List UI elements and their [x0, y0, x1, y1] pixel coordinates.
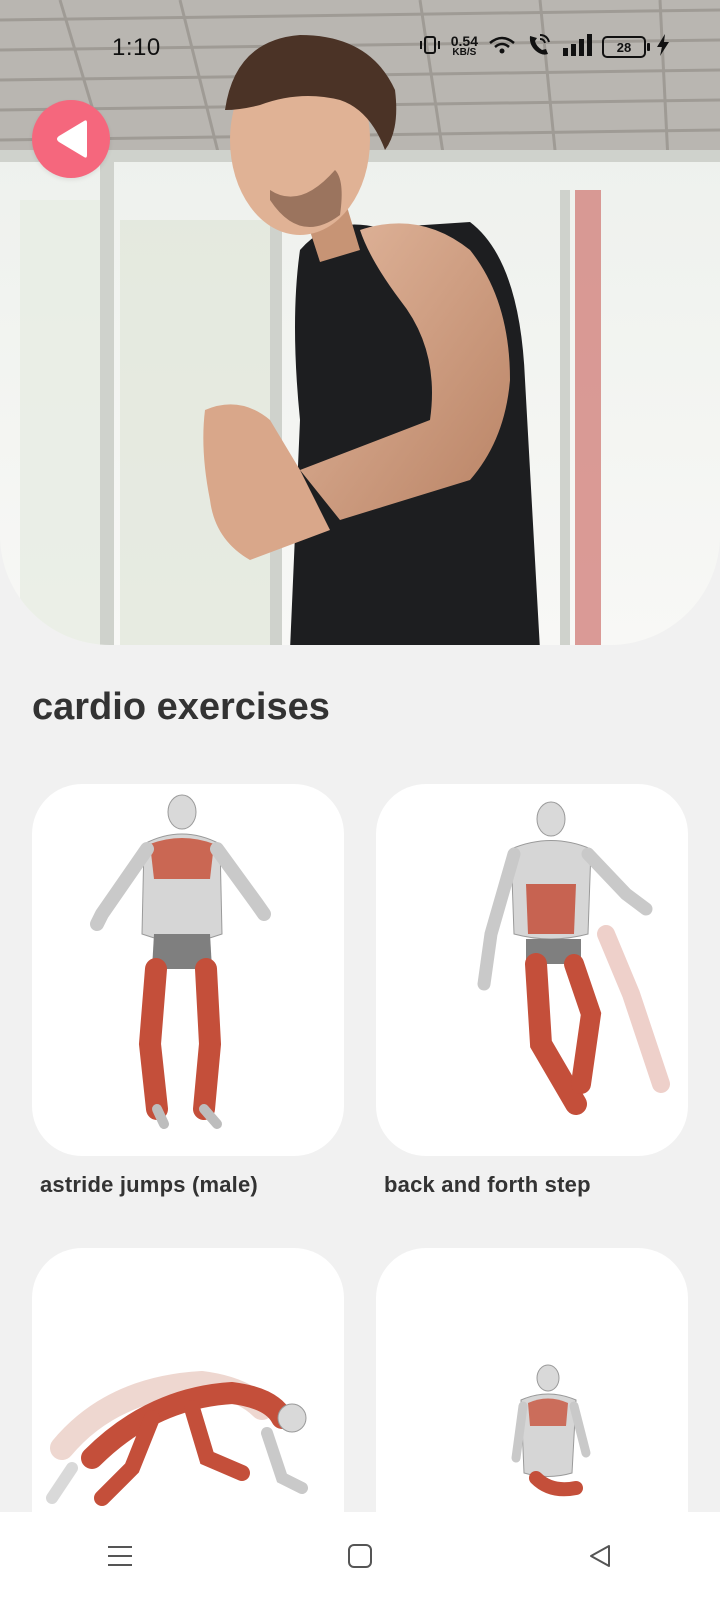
wifi-icon — [488, 35, 516, 60]
home-icon — [348, 1544, 372, 1568]
status-time: 1:10 — [112, 34, 161, 61]
menu-button[interactable] — [80, 1526, 160, 1586]
network-speed: 0.54 KB/S — [450, 33, 478, 59]
exercise-label[interactable]: back and forth step — [384, 1172, 591, 1198]
network-speed-value: 0.54 — [450, 33, 478, 49]
exercise-card-astride-jumps[interactable] — [32, 784, 344, 1156]
system-nav-bar — [0, 1512, 720, 1600]
page-title: cardio exercises — [32, 686, 330, 728]
network-speed-unit: KB/S — [452, 47, 477, 58]
exercise-illustration — [90, 794, 271, 1129]
status-bar: 1:10 0.54 KB/S 28 — [0, 0, 720, 96]
screen: 1:10 0.54 KB/S 28 cardio exercises astri… — [0, 0, 720, 1600]
charging-icon — [656, 33, 670, 61]
vibrate-icon — [419, 34, 441, 61]
exercise-illustration — [477, 801, 670, 1115]
back-button[interactable] — [32, 100, 110, 178]
nav-back-icon — [590, 1545, 610, 1567]
signal-icon — [562, 33, 592, 61]
exercise-label[interactable]: astride jumps (male) — [40, 1172, 258, 1198]
status-icons: 0.54 KB/S 28 — [419, 32, 670, 62]
hero-image — [0, 0, 720, 645]
battery-icon: 28 — [602, 36, 650, 58]
call-wifi-icon — [526, 33, 552, 62]
home-button[interactable] — [320, 1526, 400, 1586]
back-arrow-icon — [57, 120, 87, 158]
menu-icon — [108, 1546, 132, 1566]
nav-back-button[interactable] — [560, 1526, 640, 1586]
battery-level: 28 — [616, 39, 632, 55]
exercise-card-back-and-forth-step[interactable] — [376, 784, 688, 1156]
